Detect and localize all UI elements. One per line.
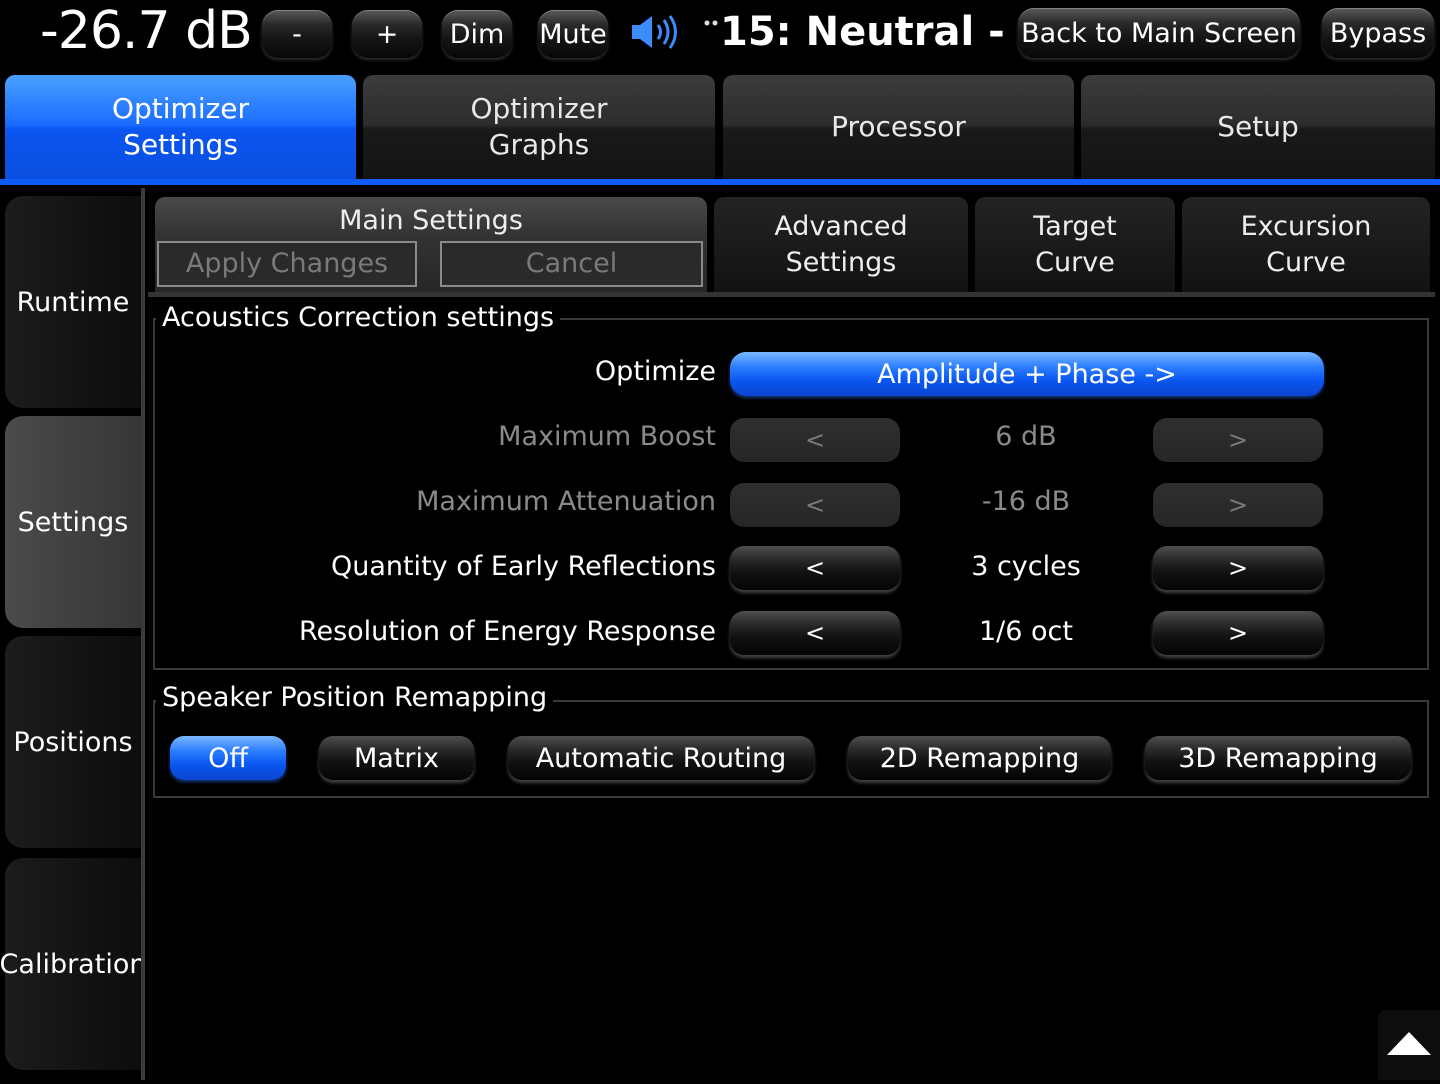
tab-label-line1: Optimizer (470, 92, 608, 125)
remap-option-matrix[interactable]: Matrix (319, 736, 474, 780)
early-reflections-decrease-button[interactable]: < (730, 546, 900, 590)
subtab-label-line2: Curve (1266, 246, 1346, 278)
subtab-label-line1: Excursion (1240, 210, 1372, 242)
scroll-up-button[interactable] (1378, 1010, 1440, 1080)
back-to-main-screen-button[interactable]: Back to Main Screen (1018, 8, 1300, 58)
subtab-advanced-settings[interactable]: Advanced Settings (714, 197, 968, 292)
speaker-volume-icon (630, 14, 684, 50)
mute-button[interactable]: Mute (538, 10, 608, 58)
maximum-boost-value: 6 dB (995, 421, 1057, 452)
subtab-label-line1: Advanced (774, 210, 908, 242)
tab-optimizer-settings[interactable]: Optimizer Settings (5, 75, 356, 179)
tab-label: Setup (1217, 110, 1299, 143)
volume-up-button[interactable]: + (352, 10, 422, 58)
sidebar-item-positions[interactable]: Positions (5, 636, 141, 848)
subtab-excursion-curve[interactable]: Excursion Curve (1182, 197, 1430, 292)
subtab-label-line1: Target (1033, 210, 1117, 242)
acoustics-correction-title: Acoustics Correction settings (156, 302, 561, 334)
triangle-up-icon (1387, 1032, 1431, 1055)
tab-optimizer-graphs[interactable]: Optimizer Graphs (363, 75, 715, 179)
early-reflections-increase-button[interactable]: > (1153, 546, 1323, 590)
speaker-remapping-title: Speaker Position Remapping (156, 682, 554, 714)
energy-resolution-value: 1/6 oct (979, 616, 1073, 647)
energy-resolution-increase-button[interactable]: > (1153, 611, 1323, 655)
optimize-mode-button[interactable]: Amplitude + Phase -> (730, 352, 1324, 396)
tab-underline (0, 179, 1440, 185)
sidebar-divider (141, 188, 145, 1080)
apply-changes-button[interactable]: Apply Changes (157, 241, 417, 287)
energy-resolution-decrease-button[interactable]: < (730, 611, 900, 655)
tab-label-line2: Settings (123, 128, 238, 161)
cancel-button[interactable]: Cancel (440, 241, 703, 287)
sidebar-item-runtime[interactable]: Runtime (5, 196, 141, 408)
remap-option-automatic-routing[interactable]: Automatic Routing (508, 736, 814, 780)
remap-option-3d-remapping[interactable]: 3D Remapping (1145, 736, 1411, 780)
maximum-boost-increase-button[interactable]: > (1153, 418, 1323, 462)
subtab-label: Main Settings (339, 205, 523, 236)
maximum-boost-label: Maximum Boost (498, 421, 716, 452)
sidebar-item-settings[interactable]: Settings (5, 416, 141, 628)
bypass-button[interactable]: Bypass (1322, 8, 1434, 58)
subtab-underline (148, 292, 1435, 297)
early-reflections-label: Quantity of Early Reflections (330, 551, 716, 582)
maximum-attenuation-label: Maximum Attenuation (416, 486, 716, 517)
dim-button[interactable]: Dim (442, 10, 512, 58)
maximum-boost-decrease-button[interactable]: < (730, 418, 900, 462)
energy-resolution-label: Resolution of Energy Response (298, 616, 716, 647)
maximum-attenuation-decrease-button[interactable]: < (730, 483, 900, 527)
volume-readout: -26.7 dB (40, 1, 253, 61)
remap-option-off[interactable]: Off (170, 736, 286, 780)
volume-down-button[interactable]: - (262, 10, 332, 58)
remap-option-2d-remapping[interactable]: 2D Remapping (848, 736, 1111, 780)
tab-label: Processor (831, 110, 966, 143)
tab-label-line2: Graphs (488, 128, 590, 161)
subtab-label-line2: Curve (1035, 246, 1115, 278)
tab-processor[interactable]: Processor (723, 75, 1074, 179)
early-reflections-value: 3 cycles (971, 551, 1081, 582)
subtab-label-line2: Settings (785, 246, 897, 278)
maximum-attenuation-increase-button[interactable]: > (1153, 483, 1323, 527)
maximum-attenuation-value: -16 dB (981, 486, 1071, 517)
optimize-label: Optimize (594, 356, 716, 387)
tab-label-line1: Optimizer (111, 92, 250, 125)
tab-setup[interactable]: Setup (1081, 75, 1435, 179)
subtab-target-curve[interactable]: Target Curve (975, 197, 1175, 292)
sidebar-item-calibration[interactable]: Calibration (0, 858, 146, 1070)
preset-dots-icon (704, 12, 720, 26)
subtab-main-settings[interactable]: Main Settings Apply Changes Cancel (155, 197, 707, 292)
